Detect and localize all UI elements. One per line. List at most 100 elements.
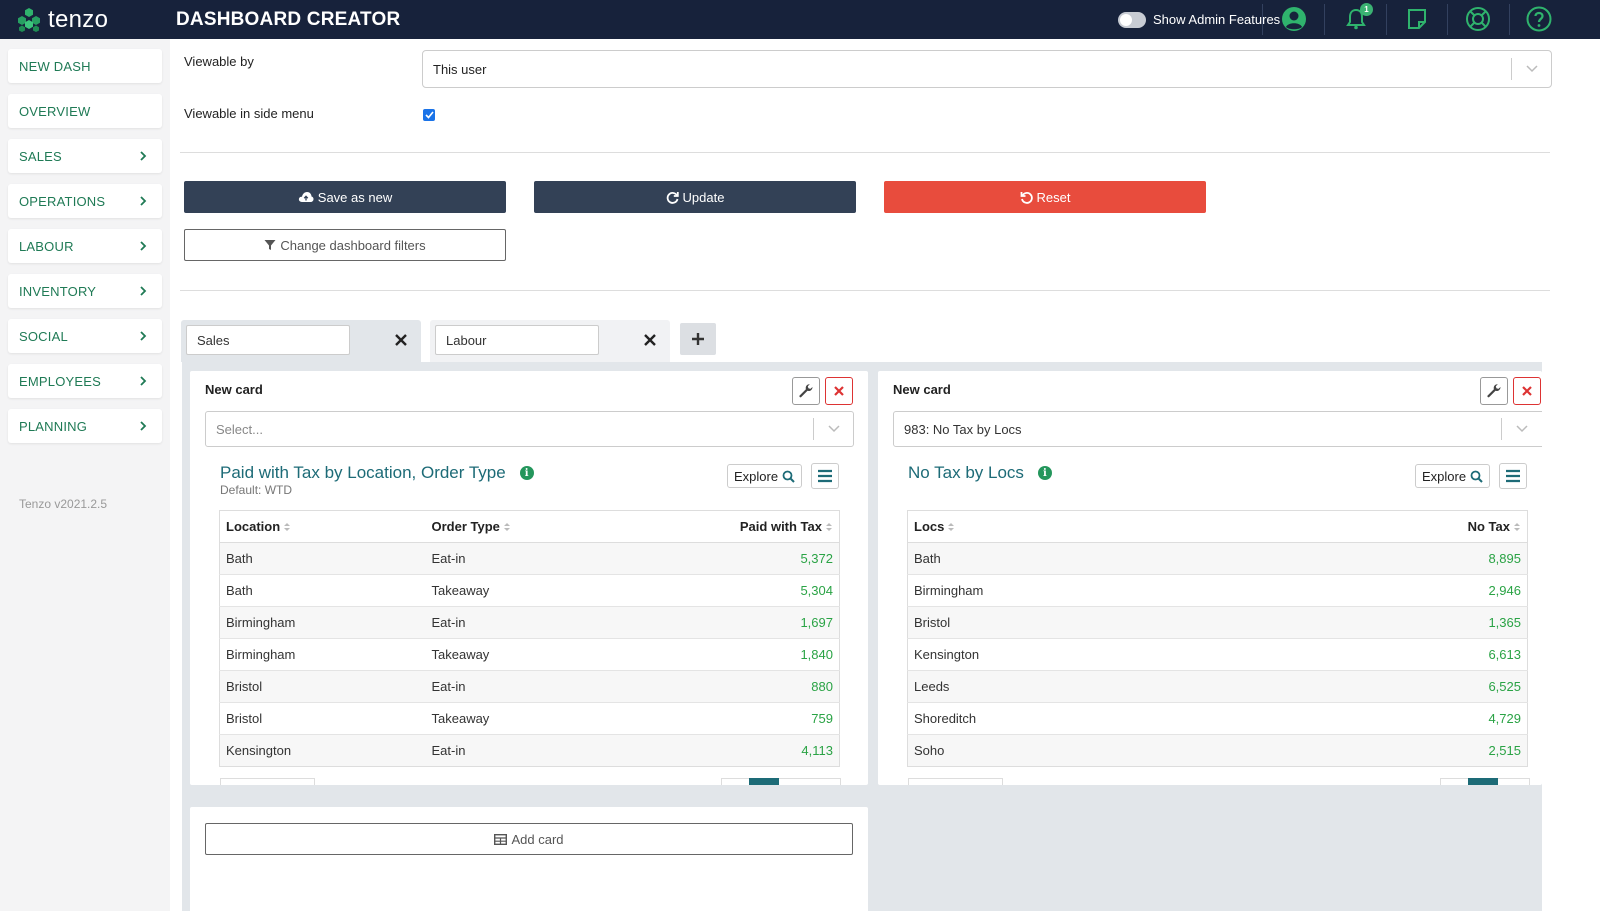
column-header[interactable]: Locs: [907, 510, 1251, 543]
table-row: Soho 2,515: [907, 734, 1528, 767]
table-cell: Takeaway: [425, 702, 632, 735]
explore-label: Explore: [1422, 468, 1467, 484]
sort-icon: [826, 523, 832, 531]
card-menu-button[interactable]: [1499, 463, 1527, 489]
card-title: New card: [893, 382, 951, 397]
admin-features-toggle[interactable]: [1118, 12, 1146, 28]
reset-button[interactable]: Reset: [884, 181, 1206, 213]
app-version: Tenzo v2021.2.5: [19, 497, 108, 511]
table-cell: Eat-in: [425, 542, 632, 575]
table-row: Birmingham 2,946: [907, 574, 1528, 607]
tab-labour[interactable]: Labour: [430, 320, 670, 362]
chevron-down-icon: [1511, 58, 1551, 80]
add-card-panel: Add card: [190, 807, 868, 911]
viewable-by-select[interactable]: This user: [422, 50, 1552, 88]
card-settings-button[interactable]: [792, 377, 820, 405]
report-select[interactable]: Select...: [205, 411, 854, 447]
dashboard-editor: Viewable by This user Viewable in side m…: [170, 39, 1600, 911]
column-header[interactable]: No Tax: [1251, 510, 1528, 543]
table-row: Birmingham Eat-in 1,697: [219, 606, 840, 639]
save-as-new-button[interactable]: Save as new: [184, 181, 506, 213]
tab-name-input[interactable]: Labour: [435, 325, 599, 355]
explore-button[interactable]: Explore: [1415, 464, 1491, 488]
sidebar-item-label: INVENTORY: [19, 283, 97, 299]
add-card-label: Add card: [511, 831, 564, 847]
support-button[interactable]: [1464, 5, 1492, 33]
add-tab-button[interactable]: [680, 323, 716, 355]
pagination-current-page[interactable]: [1468, 778, 1498, 785]
tab-sales[interactable]: Sales: [181, 320, 421, 362]
sort-icon: [948, 523, 955, 531]
table-cell: 5,304: [631, 574, 840, 607]
help-button[interactable]: [1525, 5, 1553, 33]
dashboard-card: New card Select... Paid with Tax by Loca…: [190, 371, 868, 785]
table-cell: Takeaway: [425, 574, 632, 607]
report-table: Location Order Type Paid with Tax Bath Ea…: [219, 510, 840, 767]
sidebar-item-label: LABOUR: [19, 238, 74, 254]
check-icon: [424, 111, 434, 119]
user-profile-button[interactable]: [1280, 5, 1308, 33]
table-row: Bristol Eat-in 880: [219, 670, 840, 703]
update-button[interactable]: Update: [534, 181, 856, 213]
table-row: Birmingham Takeaway 1,840: [219, 638, 840, 671]
sort-icon: [1514, 523, 1520, 531]
sidebar-item-overview[interactable]: OVERVIEW: [8, 94, 162, 128]
notes-button[interactable]: [1403, 5, 1431, 33]
info-icon[interactable]: i: [519, 466, 534, 480]
report-select[interactable]: 983: No Tax by Locs: [893, 411, 1542, 447]
sidebar-item-label: OVERVIEW: [19, 103, 91, 119]
add-card-button[interactable]: Add card: [205, 823, 853, 855]
table-header-row: Locs No Tax: [907, 510, 1528, 543]
column-header[interactable]: Location: [219, 510, 426, 543]
pagination[interactable]: [721, 778, 841, 785]
dashboard-card: New card 983: No Tax by Locs No Tax by L…: [878, 371, 1542, 785]
sidebar-item-inventory[interactable]: INVENTORY: [8, 274, 162, 308]
chevron-right-icon: [140, 331, 147, 341]
sidebar-item-label: PLANNING: [19, 418, 88, 434]
card-delete-button[interactable]: [1513, 377, 1541, 405]
table-cell: Eat-in: [425, 606, 632, 639]
sidebar-item-labour[interactable]: LABOUR: [8, 229, 162, 263]
sidebar-item-operations[interactable]: OPERATIONS: [8, 184, 162, 218]
card-title: New card: [205, 382, 263, 397]
report-title: Paid with Tax by Location, Order Type i: [220, 463, 534, 483]
page-size-select[interactable]: [908, 778, 1003, 785]
column-header[interactable]: Order Type: [425, 510, 632, 543]
table-cell: 5,372: [631, 542, 840, 575]
page-size-select[interactable]: [220, 778, 315, 785]
sidebar-item-planning[interactable]: PLANNING: [8, 409, 162, 443]
report-title-text: Paid with Tax by Location, Order Type: [220, 463, 506, 482]
sidebar-item-employees[interactable]: EMPLOYEES: [8, 364, 162, 398]
wrench-icon: [1487, 384, 1501, 398]
table-cell: Shoreditch: [907, 702, 1251, 735]
card-menu-button[interactable]: [811, 463, 839, 489]
close-icon[interactable]: [642, 332, 658, 348]
tenzo-logo-icon: [18, 8, 40, 32]
undo-icon: [1020, 191, 1033, 204]
viewable-by-value: This user: [433, 61, 487, 77]
tab-name-input[interactable]: Sales: [186, 325, 350, 355]
info-icon[interactable]: i: [1037, 466, 1052, 480]
reset-label: Reset: [1036, 189, 1071, 205]
brand-logo[interactable]: tenzo: [16, 6, 108, 34]
sidebar-item-label: OPERATIONS: [19, 193, 106, 209]
side-menu-checkbox[interactable]: [423, 109, 435, 121]
table-row: Kensington 6,613: [907, 638, 1528, 671]
notifications-button[interactable]: 1: [1342, 3, 1373, 33]
explore-button[interactable]: Explore: [727, 464, 803, 488]
card-delete-button[interactable]: [825, 377, 853, 405]
card-settings-button[interactable]: [1480, 377, 1508, 405]
pagination-current-page[interactable]: [749, 778, 779, 785]
column-header[interactable]: Paid with Tax: [631, 510, 840, 543]
sidebar-item-social[interactable]: SOCIAL: [8, 319, 162, 353]
sticky-note-icon: [1408, 9, 1426, 29]
page-title: DASHBOARD CREATOR: [176, 9, 401, 30]
change-filters-button[interactable]: Change dashboard filters: [184, 229, 506, 261]
sidebar-item-new-dash[interactable]: NEW DASH: [8, 49, 162, 83]
table-row: Bath 8,895: [907, 542, 1528, 575]
refresh-icon: [666, 191, 679, 204]
close-icon[interactable]: [393, 332, 409, 348]
chevron-right-icon: [140, 286, 147, 296]
divider: [1324, 4, 1325, 35]
sidebar-item-sales[interactable]: SALES: [8, 139, 162, 173]
